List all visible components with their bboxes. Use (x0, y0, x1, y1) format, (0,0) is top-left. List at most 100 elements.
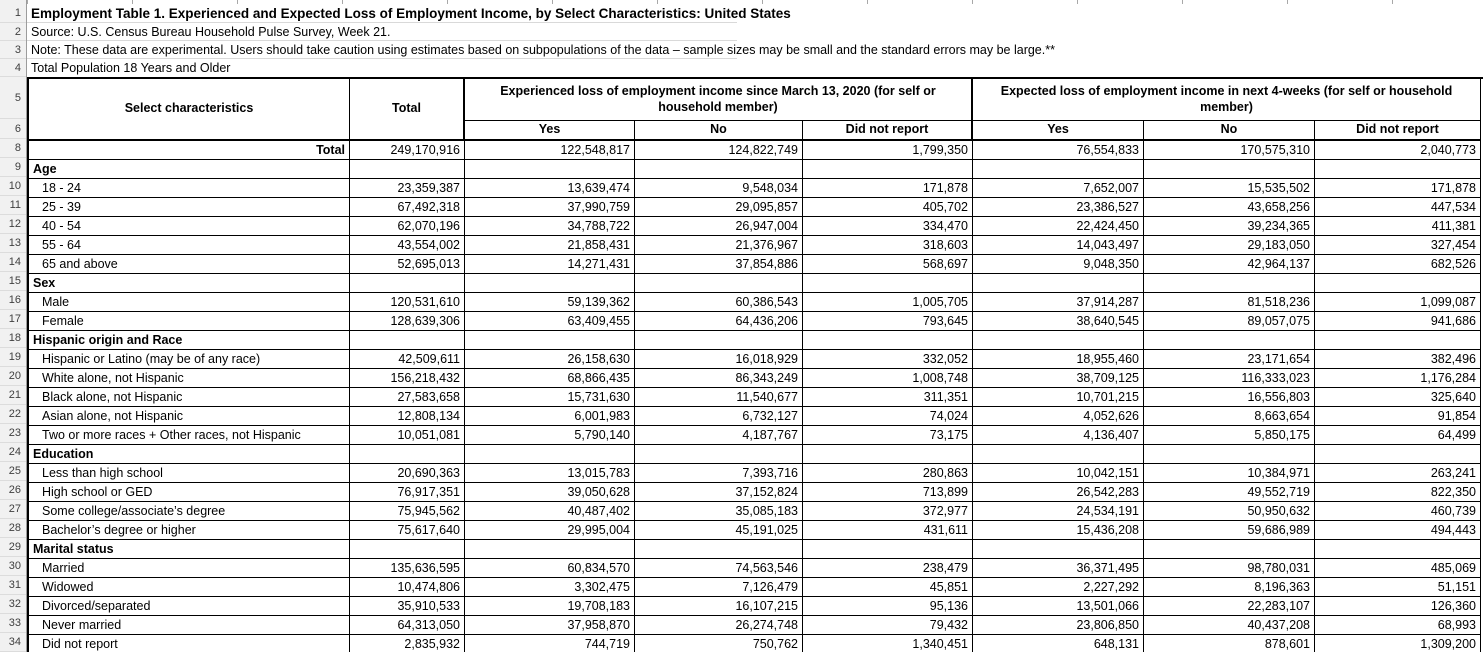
value-cell[interactable]: 405,702 (803, 198, 973, 217)
row-number[interactable]: 21 (0, 386, 26, 405)
value-cell[interactable] (465, 540, 635, 559)
row-number[interactable]: 9 (0, 158, 26, 177)
value-cell[interactable] (1144, 160, 1315, 179)
value-cell[interactable]: 2,835,932 (350, 635, 465, 652)
value-cell[interactable]: 263,241 (1315, 464, 1481, 483)
value-cell[interactable]: 26,542,283 (973, 483, 1144, 502)
header-group-expected-loss[interactable]: Expected loss of employment income in ne… (973, 79, 1481, 121)
row-number[interactable]: 32 (0, 595, 26, 614)
value-cell[interactable] (803, 331, 973, 350)
value-cell[interactable]: 171,878 (803, 179, 973, 198)
value-cell[interactable]: 98,780,031 (1144, 559, 1315, 578)
value-cell[interactable]: 50,950,632 (1144, 502, 1315, 521)
value-cell[interactable]: 7,126,479 (635, 578, 803, 597)
value-cell[interactable]: 23,171,654 (1144, 350, 1315, 369)
row-label-cell[interactable]: Less than high school (29, 464, 350, 483)
value-cell[interactable]: 23,359,387 (350, 179, 465, 198)
value-cell[interactable]: 43,658,256 (1144, 198, 1315, 217)
header-select-characteristics[interactable]: Select characteristics (29, 79, 350, 141)
value-cell[interactable]: 318,603 (803, 236, 973, 255)
row-label-cell[interactable]: Some college/associate’s degree (29, 502, 350, 521)
row-number[interactable]: 2 (0, 23, 26, 41)
value-cell[interactable]: 124,822,749 (635, 141, 803, 160)
row-number[interactable]: 24 (0, 443, 26, 462)
value-cell[interactable]: 12,808,134 (350, 407, 465, 426)
value-cell[interactable]: 16,107,215 (635, 597, 803, 616)
value-cell[interactable]: 116,333,023 (1144, 369, 1315, 388)
header-total[interactable]: Total (350, 79, 465, 141)
value-cell[interactable]: 4,052,626 (973, 407, 1144, 426)
value-cell[interactable]: 3,302,475 (465, 578, 635, 597)
note-cell[interactable]: Note: These data are experimental. Users… (27, 41, 1483, 59)
row-number[interactable]: 15 (0, 272, 26, 291)
value-cell[interactable]: 120,531,610 (350, 293, 465, 312)
value-cell[interactable]: 793,645 (803, 312, 973, 331)
value-cell[interactable]: 171,878 (1315, 179, 1481, 198)
section-label-cell[interactable]: Marital status (29, 540, 350, 559)
row-number[interactable]: 3 (0, 41, 26, 59)
row-label-cell[interactable]: Female (29, 312, 350, 331)
source-cell[interactable]: Source: U.S. Census Bureau Household Pul… (27, 23, 1483, 41)
value-cell[interactable] (350, 160, 465, 179)
section-label-cell[interactable]: Age (29, 160, 350, 179)
value-cell[interactable]: 5,790,140 (465, 426, 635, 445)
value-cell[interactable]: 8,663,654 (1144, 407, 1315, 426)
value-cell[interactable]: 79,432 (803, 616, 973, 635)
value-cell[interactable]: 39,050,628 (465, 483, 635, 502)
row-number[interactable]: 5 (0, 77, 26, 119)
value-cell[interactable]: 15,731,630 (465, 388, 635, 407)
value-cell[interactable]: 37,958,870 (465, 616, 635, 635)
value-cell[interactable]: 64,436,206 (635, 312, 803, 331)
value-cell[interactable] (635, 445, 803, 464)
value-cell[interactable]: 1,176,284 (1315, 369, 1481, 388)
row-label-cell[interactable]: Bachelor’s degree or higher (29, 521, 350, 540)
value-cell[interactable]: 38,640,545 (973, 312, 1144, 331)
value-cell[interactable] (1315, 445, 1481, 464)
row-number[interactable]: 19 (0, 348, 26, 367)
value-cell[interactable]: 26,947,004 (635, 217, 803, 236)
value-cell[interactable] (635, 274, 803, 293)
value-cell[interactable]: 494,443 (1315, 521, 1481, 540)
row-number[interactable]: 6 (0, 119, 26, 139)
value-cell[interactable]: 24,534,191 (973, 502, 1144, 521)
value-cell[interactable]: 2,040,773 (1315, 141, 1481, 160)
value-cell[interactable]: 128,639,306 (350, 312, 465, 331)
value-cell[interactable] (465, 445, 635, 464)
value-cell[interactable]: 22,424,450 (973, 217, 1144, 236)
row-number[interactable]: 18 (0, 329, 26, 348)
value-cell[interactable]: 460,739 (1315, 502, 1481, 521)
row-number[interactable]: 27 (0, 500, 26, 519)
value-cell[interactable]: 59,686,989 (1144, 521, 1315, 540)
row-label-cell[interactable]: Total (29, 141, 350, 160)
value-cell[interactable]: 11,540,677 (635, 388, 803, 407)
value-cell[interactable]: 29,183,050 (1144, 236, 1315, 255)
value-cell[interactable]: 9,548,034 (635, 179, 803, 198)
value-cell[interactable]: 27,583,658 (350, 388, 465, 407)
value-cell[interactable]: 431,611 (803, 521, 973, 540)
value-cell[interactable] (635, 540, 803, 559)
row-number[interactable]: 31 (0, 576, 26, 595)
value-cell[interactable] (973, 160, 1144, 179)
value-cell[interactable]: 822,350 (1315, 483, 1481, 502)
value-cell[interactable]: 91,854 (1315, 407, 1481, 426)
row-label-cell[interactable]: White alone, not Hispanic (29, 369, 350, 388)
row-number[interactable]: 1 (0, 4, 26, 23)
row-label-cell[interactable]: 25 - 39 (29, 198, 350, 217)
value-cell[interactable] (635, 331, 803, 350)
value-cell[interactable]: 682,526 (1315, 255, 1481, 274)
row-number[interactable]: 17 (0, 310, 26, 329)
value-cell[interactable]: 6,732,127 (635, 407, 803, 426)
value-cell[interactable]: 38,709,125 (973, 369, 1144, 388)
value-cell[interactable]: 334,470 (803, 217, 973, 236)
value-cell[interactable]: 21,376,967 (635, 236, 803, 255)
value-cell[interactable]: 51,151 (1315, 578, 1481, 597)
value-cell[interactable]: 411,381 (1315, 217, 1481, 236)
row-number[interactable]: 22 (0, 405, 26, 424)
value-cell[interactable]: 750,762 (635, 635, 803, 652)
value-cell[interactable]: 35,085,183 (635, 502, 803, 521)
value-cell[interactable]: 14,271,431 (465, 255, 635, 274)
value-cell[interactable]: 81,518,236 (1144, 293, 1315, 312)
value-cell[interactable]: 39,234,365 (1144, 217, 1315, 236)
value-cell[interactable]: 37,914,287 (973, 293, 1144, 312)
value-cell[interactable]: 372,977 (803, 502, 973, 521)
